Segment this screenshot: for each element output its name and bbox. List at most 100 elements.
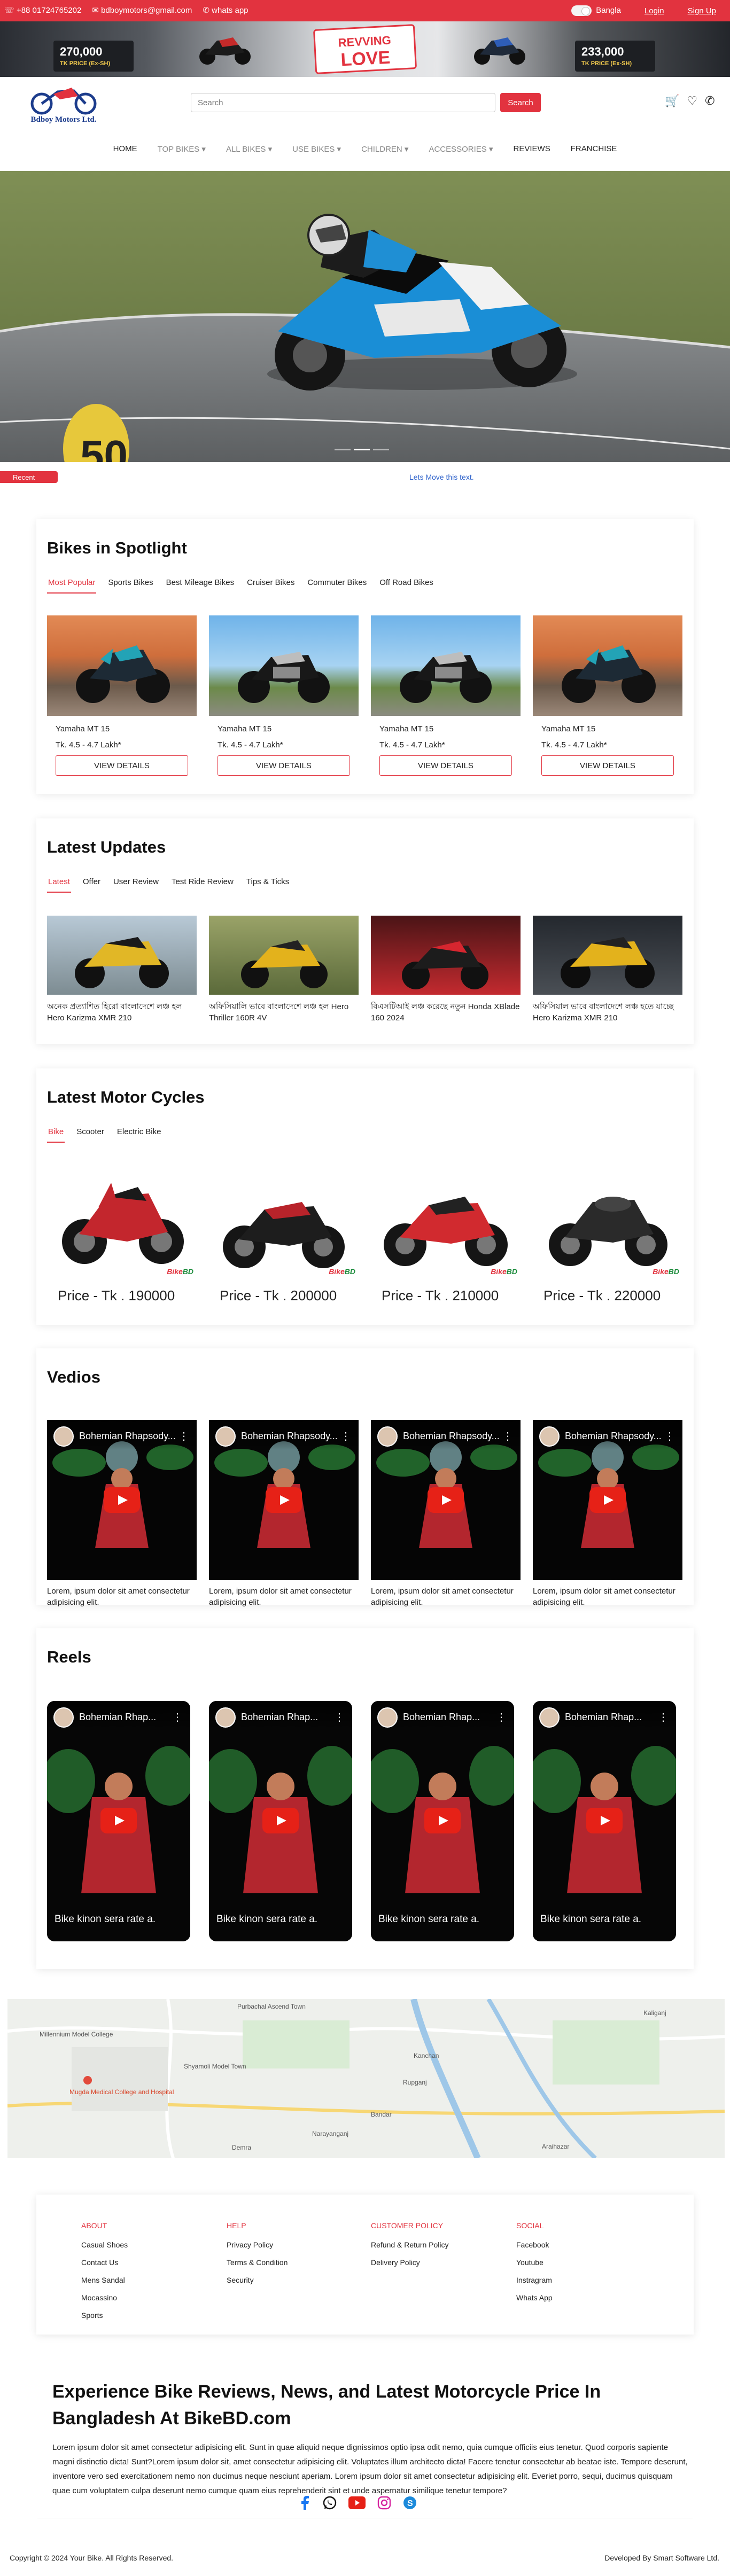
play-button-icon[interactable] bbox=[104, 1487, 140, 1513]
more-vertical-icon[interactable]: ⋮ bbox=[340, 1430, 351, 1443]
tab-scooter[interactable]: Scooter bbox=[75, 1127, 105, 1143]
developer-credit[interactable]: Developed By Smart Software Ltd. bbox=[604, 2554, 719, 2562]
more-vertical-icon[interactable]: ⋮ bbox=[178, 1430, 189, 1443]
footer-link[interactable]: Refund & Return Policy bbox=[371, 2241, 449, 2249]
bike-name[interactable]: Yamaha MT 15 bbox=[541, 724, 595, 733]
video-embed[interactable]: Bohemian Rhapsody... ⋮ bbox=[47, 1420, 197, 1580]
reel-embed[interactable]: Bohemian Rhap... ⋮ Bike kinon sera rate … bbox=[209, 1701, 352, 1941]
tab-latest[interactable]: Latest bbox=[47, 877, 71, 893]
video-title[interactable]: Bohemian Rhapsody... bbox=[241, 1431, 338, 1442]
footer-link[interactable]: Mocassino bbox=[81, 2293, 128, 2302]
nav-children[interactable]: CHILDREN ▾ bbox=[361, 144, 408, 162]
video-embed[interactable]: Bohemian Rhapsody... ⋮ bbox=[371, 1420, 521, 1580]
play-button-icon[interactable] bbox=[424, 1808, 461, 1833]
view-details-button[interactable]: VIEW DETAILS bbox=[379, 755, 512, 776]
channel-avatar[interactable] bbox=[215, 1707, 236, 1728]
play-button-icon[interactable] bbox=[586, 1808, 623, 1833]
search-button[interactable]: Search bbox=[500, 93, 541, 112]
nav-top-bikes[interactable]: TOP BIKES ▾ bbox=[158, 144, 206, 162]
channel-avatar[interactable] bbox=[539, 1707, 560, 1728]
footer-link[interactable]: Delivery Policy bbox=[371, 2258, 449, 2267]
play-button-icon[interactable] bbox=[589, 1487, 626, 1513]
footer-link[interactable]: Terms & Condition bbox=[227, 2258, 288, 2267]
nav-accessories[interactable]: ACCESSORIES ▾ bbox=[429, 144, 493, 162]
tab-off-road-bikes[interactable]: Off Road Bikes bbox=[378, 578, 434, 594]
email-contact[interactable]: ✉ bdboymotors@gmail.com bbox=[92, 5, 192, 15]
update-headline[interactable]: বিএসটিআই লঞ্চ করেছে নতুন Honda XBlade 16… bbox=[371, 1001, 521, 1024]
bike-name[interactable]: Yamaha MT 15 bbox=[379, 724, 433, 733]
channel-avatar[interactable] bbox=[53, 1707, 74, 1728]
bike-photo[interactable] bbox=[209, 615, 359, 716]
promo-banner[interactable]: 270,000 TK PRICE (Ex-SH) REVVING LOVE 23… bbox=[0, 21, 730, 77]
update-headline[interactable]: অনেক প্রত্যাশিত হিরো বাংলাদেশে লঞ্চ হল H… bbox=[47, 1001, 197, 1024]
heart-icon[interactable]: ♡ bbox=[687, 94, 697, 108]
channel-avatar[interactable] bbox=[53, 1426, 74, 1447]
play-button-icon[interactable] bbox=[266, 1487, 302, 1513]
update-photo[interactable] bbox=[209, 916, 359, 995]
footer-link[interactable]: Instragram bbox=[516, 2276, 553, 2284]
tab-sports-bikes[interactable]: Sports Bikes bbox=[107, 578, 154, 594]
phone-contact[interactable]: ☏ +88 01724765202 bbox=[4, 5, 81, 15]
update-headline[interactable]: অফিসিয়াল ভাবে বাংলাদেশে লঞ্চ হতে যাচ্ছে… bbox=[533, 1001, 682, 1024]
play-button-icon[interactable] bbox=[100, 1808, 137, 1833]
video-embed[interactable]: Bohemian Rhapsody... ⋮ bbox=[533, 1420, 682, 1580]
reel-title[interactable]: Bohemian Rhap... bbox=[79, 1712, 156, 1723]
reel-embed[interactable]: Bohemian Rhap... ⋮ Bike kinon sera rate … bbox=[371, 1701, 514, 1941]
whatsapp-icon[interactable]: ✆ bbox=[705, 94, 715, 108]
bike-photo[interactable] bbox=[47, 615, 197, 716]
channel-avatar[interactable] bbox=[215, 1426, 236, 1447]
footer-link[interactable]: Facebook bbox=[516, 2241, 553, 2249]
tab-bike[interactable]: Bike bbox=[47, 1127, 65, 1143]
slider-dot[interactable] bbox=[335, 449, 351, 450]
more-vertical-icon[interactable]: ⋮ bbox=[658, 1711, 669, 1724]
tab-best-mileage-bikes[interactable]: Best Mileage Bikes bbox=[165, 578, 236, 594]
footer-link[interactable]: Contact Us bbox=[81, 2258, 128, 2267]
skype-icon[interactable]: S bbox=[403, 2496, 417, 2510]
email-address[interactable]: bdboymotors@gmail.com bbox=[101, 6, 192, 15]
site-logo[interactable]: Bdboy Motors Ltd. bbox=[20, 84, 107, 128]
video-embed[interactable]: Bohemian Rhapsody... ⋮ bbox=[209, 1420, 359, 1580]
tab-offer[interactable]: Offer bbox=[82, 877, 102, 893]
hero-slider[interactable]: 50 bbox=[0, 171, 730, 462]
motorcycle-photo[interactable]: BikeBD bbox=[209, 1161, 359, 1280]
play-button-icon[interactable] bbox=[262, 1808, 299, 1833]
bike-name[interactable]: Yamaha MT 15 bbox=[56, 724, 110, 733]
channel-avatar[interactable] bbox=[377, 1426, 398, 1447]
more-vertical-icon[interactable]: ⋮ bbox=[172, 1711, 183, 1724]
update-headline[interactable]: অফিসিয়ালি ভাবে বাংলাদেশে লঞ্চ হল Hero T… bbox=[209, 1001, 359, 1024]
youtube-icon[interactable] bbox=[348, 2496, 366, 2509]
update-photo[interactable] bbox=[533, 916, 682, 995]
whatsapp-label[interactable]: whats app bbox=[212, 6, 248, 15]
more-vertical-icon[interactable]: ⋮ bbox=[496, 1711, 507, 1724]
motorcycle-photo[interactable]: BikeBD bbox=[371, 1161, 521, 1280]
tab-most-popular[interactable]: Most Popular bbox=[47, 578, 97, 594]
footer-link[interactable]: Sports bbox=[81, 2311, 128, 2320]
instagram-icon[interactable] bbox=[377, 2496, 391, 2510]
footer-link[interactable]: Youtube bbox=[516, 2258, 553, 2267]
reel-embed[interactable]: Bohemian Rhap... ⋮ Bike kinon sera rate … bbox=[533, 1701, 676, 1941]
cart-icon[interactable]: 🛒 bbox=[665, 94, 679, 108]
reel-title[interactable]: Bohemian Rhap... bbox=[565, 1712, 642, 1723]
motorcycle-photo[interactable]: BikeBD bbox=[533, 1161, 682, 1280]
facebook-icon[interactable] bbox=[299, 2496, 311, 2510]
channel-avatar[interactable] bbox=[377, 1707, 398, 1728]
video-title[interactable]: Bohemian Rhapsody... bbox=[79, 1431, 176, 1442]
nav-all-bikes[interactable]: ALL BIKES ▾ bbox=[226, 144, 272, 162]
nav-use-bikes[interactable]: USE BIKES ▾ bbox=[292, 144, 341, 162]
phone-number[interactable]: +88 01724765202 bbox=[17, 6, 81, 15]
tab-test-ride-review[interactable]: Test Ride Review bbox=[170, 877, 235, 893]
signup-link[interactable]: Sign Up bbox=[688, 6, 716, 15]
video-title[interactable]: Bohemian Rhapsody... bbox=[403, 1431, 500, 1442]
whatsapp-contact[interactable]: ✆ whats app bbox=[203, 5, 248, 15]
slider-dot[interactable] bbox=[373, 449, 389, 450]
bike-name[interactable]: Yamaha MT 15 bbox=[218, 724, 271, 733]
tab-cruiser-bikes[interactable]: Cruiser Bikes bbox=[246, 578, 296, 594]
reel-title[interactable]: Bohemian Rhap... bbox=[403, 1712, 480, 1723]
nav-home[interactable]: HOME bbox=[113, 144, 137, 162]
location-map[interactable]: Purbachal Ascend Town Millennium Model C… bbox=[7, 1999, 725, 2158]
channel-avatar[interactable] bbox=[539, 1426, 560, 1447]
play-button-icon[interactable] bbox=[428, 1487, 464, 1513]
nav-reviews[interactable]: REVIEWS bbox=[514, 144, 550, 162]
ticker-text[interactable]: Lets Move this text. bbox=[409, 473, 474, 481]
motorcycle-photo[interactable]: BikeBD bbox=[47, 1161, 197, 1280]
